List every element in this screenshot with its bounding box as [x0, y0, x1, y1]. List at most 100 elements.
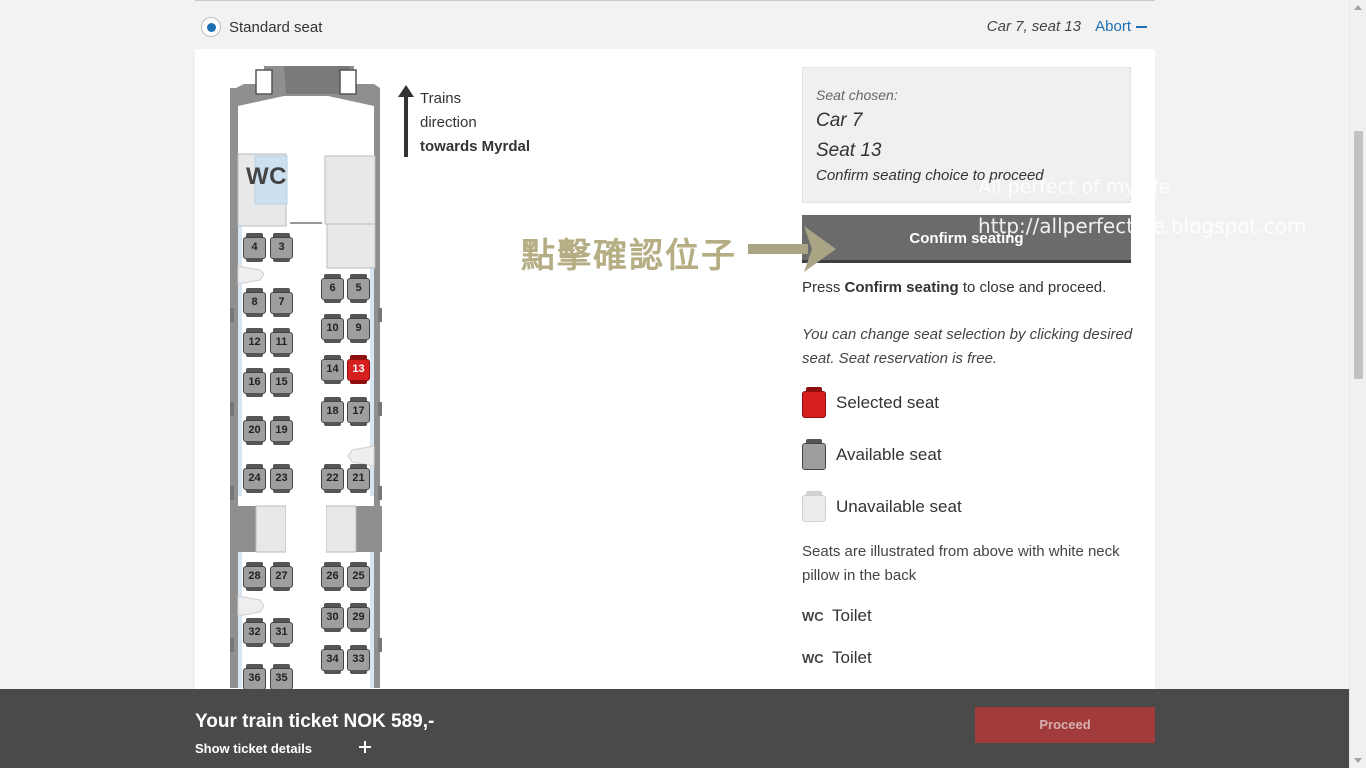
seat-16[interactable]: 16 — [243, 368, 266, 398]
seat-chosen-label: Seat chosen: — [816, 87, 898, 103]
seat-number: 9 — [347, 318, 370, 340]
seat-28[interactable]: 28 — [243, 562, 266, 592]
wc-symbol: WC — [802, 651, 824, 666]
seat-10[interactable]: 10 — [321, 314, 344, 344]
seat-number: 3 — [270, 237, 293, 259]
toilet-label: Toilet — [832, 648, 872, 667]
seat-number: 16 — [243, 372, 266, 394]
toilet-label: Toilet — [832, 606, 872, 625]
scroll-up-icon[interactable] — [1354, 5, 1362, 10]
seat-type-label: Standard seat — [229, 19, 323, 36]
seat-number: 36 — [243, 668, 266, 690]
direction-destination: towards Myrdal — [420, 138, 531, 155]
seat-34[interactable]: 34 — [321, 645, 344, 675]
seat-number: 10 — [321, 318, 344, 340]
legend-wc-2: WC Toilet — [802, 648, 872, 670]
wc-area-label: WC — [246, 163, 287, 190]
seat-number: 8 — [243, 292, 266, 314]
chosen-seat: Seat 13 — [816, 140, 882, 161]
legend-selected: Selected seat — [802, 387, 1132, 419]
annotation-text: 點擊確認位子 — [521, 236, 737, 276]
scroll-down-icon[interactable] — [1354, 758, 1362, 763]
plus-icon[interactable] — [359, 741, 371, 753]
page-scrollbar[interactable] — [1349, 0, 1366, 768]
direction-line-2: direction — [420, 114, 477, 131]
seat-4[interactable]: 4 — [243, 233, 266, 263]
watermark-url: http://allperfectlife.blogspot.com — [978, 214, 1307, 238]
seat-illustration-note: Seats are illustrated from above with wh… — [802, 543, 1120, 584]
seat-21[interactable]: 21 — [347, 464, 370, 494]
seat-number: 32 — [243, 622, 266, 644]
seat-number: 35 — [270, 668, 293, 690]
legend-available: Available seat — [802, 439, 1132, 471]
seat-5[interactable]: 5 — [347, 274, 370, 304]
seat-number: 15 — [270, 372, 293, 394]
seat-8[interactable]: 8 — [243, 288, 266, 318]
minus-icon — [1136, 26, 1147, 29]
seat-number: 26 — [321, 566, 344, 588]
available-seat-icon — [802, 439, 826, 471]
seat-20[interactable]: 20 — [243, 416, 266, 446]
legend-available-label: Available seat — [836, 445, 942, 464]
seat-number: 34 — [321, 649, 344, 671]
seat-15[interactable]: 15 — [270, 368, 293, 398]
standard-seat-radio[interactable] — [201, 17, 221, 37]
instruction-suffix: to close and proceed. — [958, 279, 1107, 296]
proceed-button[interactable]: Proceed — [975, 707, 1155, 743]
scroll-thumb[interactable] — [1354, 131, 1363, 379]
seat-7[interactable]: 7 — [270, 288, 293, 318]
seat-31[interactable]: 31 — [270, 618, 293, 648]
seat-3[interactable]: 3 — [270, 233, 293, 263]
seat-24[interactable]: 24 — [243, 464, 266, 494]
seat-13[interactable]: 13 — [347, 355, 370, 385]
seat-11[interactable]: 11 — [270, 328, 293, 358]
wc-symbol: WC — [802, 609, 824, 624]
seat-9[interactable]: 9 — [347, 314, 370, 344]
seat-number: 25 — [347, 566, 370, 588]
seat-number: 31 — [270, 622, 293, 644]
watermark-title: All perfect of my life — [978, 176, 1171, 198]
seat-number: 21 — [347, 468, 370, 490]
seat-number: 6 — [321, 278, 344, 300]
seat-summary: Car 7, seat 13 — [986, 18, 1081, 35]
instruction-prefix: Press — [802, 279, 845, 296]
seat-27[interactable]: 27 — [270, 562, 293, 592]
seat-14[interactable]: 14 — [321, 355, 344, 385]
selected-seat-icon — [802, 387, 826, 419]
seat-23[interactable]: 23 — [270, 464, 293, 494]
seat-32[interactable]: 32 — [243, 618, 266, 648]
seat-number: 22 — [321, 468, 344, 490]
instruction-bold: Confirm seating — [844, 279, 959, 296]
seat-number: 30 — [321, 607, 344, 629]
abort-label: Abort — [1095, 18, 1131, 35]
seat-29[interactable]: 29 — [347, 603, 370, 633]
confirm-instruction: Press Confirm seating to close and proce… — [802, 279, 1106, 296]
seat-33[interactable]: 33 — [347, 645, 370, 675]
seat-number: 19 — [270, 420, 293, 442]
seat-number: 18 — [321, 401, 344, 423]
seat-number: 11 — [270, 332, 293, 354]
seat-19[interactable]: 19 — [270, 416, 293, 446]
seat-number: 33 — [347, 649, 370, 671]
seat-26[interactable]: 26 — [321, 562, 344, 592]
legend-unavailable: Unavailable seat — [802, 491, 1132, 523]
seat-number: 23 — [270, 468, 293, 490]
seat-number: 5 — [347, 278, 370, 300]
show-ticket-details-link[interactable]: Show ticket details — [195, 741, 312, 756]
seat-12[interactable]: 12 — [243, 328, 266, 358]
seat-number: 27 — [270, 566, 293, 588]
seat-6[interactable]: 6 — [321, 274, 344, 304]
seat-number: 14 — [321, 359, 344, 381]
seat-number: 20 — [243, 420, 266, 442]
seat-30[interactable]: 30 — [321, 603, 344, 633]
ticket-price: Your train ticket NOK 589,- — [195, 711, 435, 732]
seat-22[interactable]: 22 — [321, 464, 344, 494]
seat-17[interactable]: 17 — [347, 397, 370, 427]
seat-selection-header: Standard seat Car 7, seat 13 Abort — [195, 0, 1155, 49]
seat-18[interactable]: 18 — [321, 397, 344, 427]
abort-link[interactable]: Abort — [1095, 18, 1147, 35]
seat-25[interactable]: 25 — [347, 562, 370, 592]
seat-number: 24 — [243, 468, 266, 490]
seat-number: 29 — [347, 607, 370, 629]
ticket-footer-bar: Your train ticket NOK 589,- Show ticket … — [0, 689, 1349, 768]
